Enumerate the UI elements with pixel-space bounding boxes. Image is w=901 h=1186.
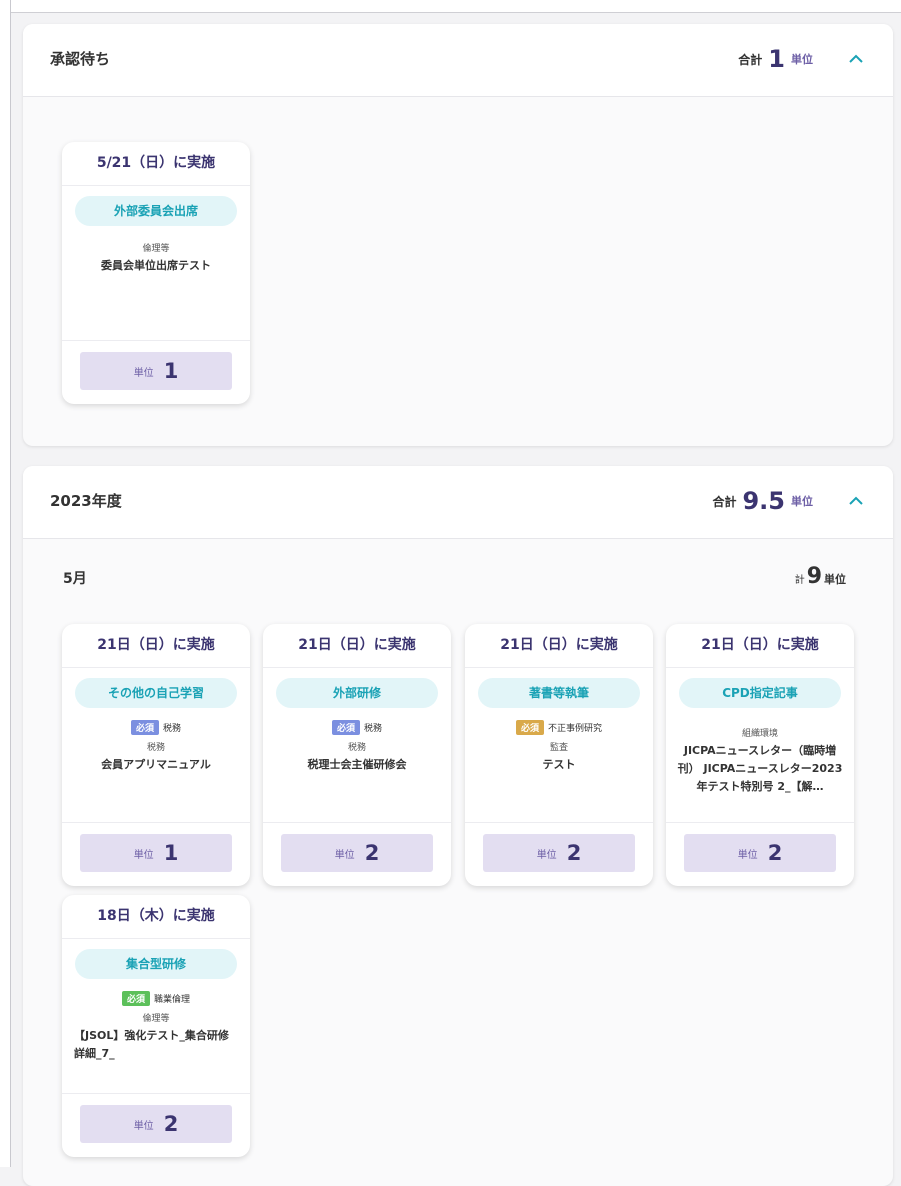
unit-box: 単位 1 (80, 352, 232, 390)
month-total-value: 9 (806, 564, 822, 589)
year-total-value: 9.5 (742, 487, 785, 515)
card-date: 21日（日）に実施 (62, 624, 250, 668)
window-top-border (0, 0, 901, 13)
training-type-pill: 集合型研修 (75, 949, 237, 979)
card-date: 21日（日）に実施 (465, 624, 653, 668)
month-total-unit: 単位 (824, 573, 846, 586)
unit-label: 単位 (536, 849, 557, 861)
card-tags: 必須 不正事例研究 (465, 720, 653, 735)
unit-label: 単位 (737, 849, 758, 861)
month-total-prefix: 計 (794, 575, 805, 586)
card-title: 委員会単位出席テスト (101, 259, 211, 272)
card-date: 5/21（日）に実施 (62, 142, 250, 186)
pending-total-label: 合計 (738, 52, 763, 67)
month-label: 5月 (63, 571, 87, 587)
unit-box: 単位 2 (483, 834, 635, 872)
card-title: 税理士会主催研修会 (307, 758, 407, 771)
year-total-unit: 単位 (791, 495, 813, 508)
chevron-up-icon (849, 54, 863, 63)
required-badge: 必須 (130, 720, 159, 735)
unit-box: 単位 1 (80, 834, 232, 872)
unit-card[interactable]: 21日（日）に実施 CPD指定記事 組織環境 JICPAニュースレター（臨時増刊… (666, 624, 854, 886)
card-footer: 単位 1 (62, 341, 250, 404)
required-badge: 必須 (515, 720, 544, 735)
fiscal-year-section: 2023年度 合計 9.5 単位 5月 計 9 単位 21日（日）に実施 その他… (23, 466, 893, 1186)
unit-card[interactable]: 5/21（日）に実施 外部委員会出席 倫理等 委員会単位出席テスト 単位 1 (62, 142, 250, 404)
card-footer: 単位 2 (666, 823, 854, 886)
pending-total-value: 1 (768, 45, 785, 73)
card-date: 21日（日）に実施 (666, 624, 854, 668)
pending-section: 承認待ち 合計 1 単位 5/21（日）に実施 外部委員会出席 倫理等 委員会単… (23, 24, 893, 446)
card-category: 税務 (347, 743, 366, 753)
pending-total: 合計 1 単位 (738, 24, 813, 94)
window-left-border (0, 0, 11, 1167)
card-footer: 単位 1 (62, 823, 250, 886)
card-tags: 必須 税務 (263, 720, 451, 735)
pending-section-header[interactable]: 承認待ち 合計 1 単位 (23, 24, 893, 97)
unit-value: 2 (163, 1112, 179, 1136)
unit-value: 1 (163, 359, 179, 383)
card-category: 倫理等 (142, 1014, 170, 1024)
unit-value: 2 (767, 841, 783, 865)
unit-value: 1 (163, 841, 179, 865)
card-title: テスト (542, 758, 576, 771)
unit-card[interactable]: 18日（木）に実施 集合型研修 必須 職業倫理 倫理等 【JSOL】強化テスト_集… (62, 895, 250, 1157)
badge-subject: 職業倫理 (154, 995, 191, 1005)
card-title: 会員アプリマニュアル (101, 758, 211, 771)
unit-value: 2 (566, 841, 582, 865)
badge-subject: 税務 (163, 724, 182, 734)
month-total: 計 9 単位 (795, 564, 846, 589)
card-body: 外部委員会出席 倫理等 委員会単位出席テスト (62, 186, 250, 341)
required-badge: 必須 (121, 991, 150, 1006)
training-type-pill: 外部委員会出席 (75, 196, 237, 226)
card-footer: 単位 2 (62, 1094, 250, 1157)
card-title: 【JSOL】強化テスト_集合研修詳細_7_ (74, 1029, 229, 1060)
card-body: 集合型研修 必須 職業倫理 倫理等 【JSOL】強化テスト_集合研修詳細_7_ (62, 939, 250, 1094)
unit-box: 単位 2 (281, 834, 433, 872)
unit-box: 単位 2 (80, 1105, 232, 1143)
required-badge: 必須 (331, 720, 360, 735)
unit-value: 2 (364, 841, 380, 865)
card-footer: 単位 2 (263, 823, 451, 886)
card-body: CPD指定記事 組織環境 JICPAニュースレター（臨時増刊） JICPAニュー… (666, 668, 854, 823)
pending-total-unit: 単位 (791, 53, 813, 66)
card-tags: 必須 職業倫理 (62, 991, 250, 1006)
card-category: 組織環境 (741, 729, 778, 739)
year-section-header[interactable]: 2023年度 合計 9.5 単位 (23, 466, 893, 539)
unit-label: 単位 (334, 849, 355, 861)
card-body: 著書等執筆 必須 不正事例研究 監査 テスト (465, 668, 653, 823)
pending-section-title: 承認待ち (50, 50, 111, 68)
unit-card[interactable]: 21日（日）に実施 外部研修 必須 税務 税務 税理士会主催研修会 単位 2 (263, 624, 451, 886)
card-footer: 単位 2 (465, 823, 653, 886)
chevron-up-icon (849, 496, 863, 505)
card-tags: 必須 税務 (62, 720, 250, 735)
pending-collapse-toggle[interactable] (847, 50, 865, 68)
training-type-pill: その他の自己学習 (75, 678, 237, 708)
unit-label: 単位 (133, 1120, 154, 1132)
year-section-title: 2023年度 (50, 492, 122, 510)
badge-subject: 不正事例研究 (548, 724, 603, 734)
unit-label: 単位 (133, 849, 154, 861)
unit-card[interactable]: 21日（日）に実施 その他の自己学習 必須 税務 税務 会員アプリマニュアル 単位… (62, 624, 250, 886)
training-type-pill: CPD指定記事 (679, 678, 841, 708)
training-type-pill: 著書等執筆 (478, 678, 640, 708)
card-date: 21日（日）に実施 (263, 624, 451, 668)
unit-card[interactable]: 21日（日）に実施 著書等執筆 必須 不正事例研究 監査 テスト 単位 2 (465, 624, 653, 886)
year-total-label: 合計 (712, 494, 737, 509)
card-date: 18日（木）に実施 (62, 895, 250, 939)
card-body: その他の自己学習 必須 税務 税務 会員アプリマニュアル (62, 668, 250, 823)
card-title: JICPAニュースレター（臨時増刊） JICPAニュースレター2023年テスト特… (677, 744, 843, 793)
year-total: 合計 9.5 単位 (712, 466, 813, 536)
card-category: 税務 (146, 743, 165, 753)
training-type-pill: 外部研修 (276, 678, 438, 708)
card-category: 倫理等 (142, 244, 170, 254)
year-collapse-toggle[interactable] (847, 492, 865, 510)
unit-box: 単位 2 (684, 834, 836, 872)
unit-label: 単位 (133, 367, 154, 379)
badge-subject: 税務 (364, 724, 383, 734)
card-body: 外部研修 必須 税務 税務 税理士会主催研修会 (263, 668, 451, 823)
card-category: 監査 (549, 743, 568, 753)
